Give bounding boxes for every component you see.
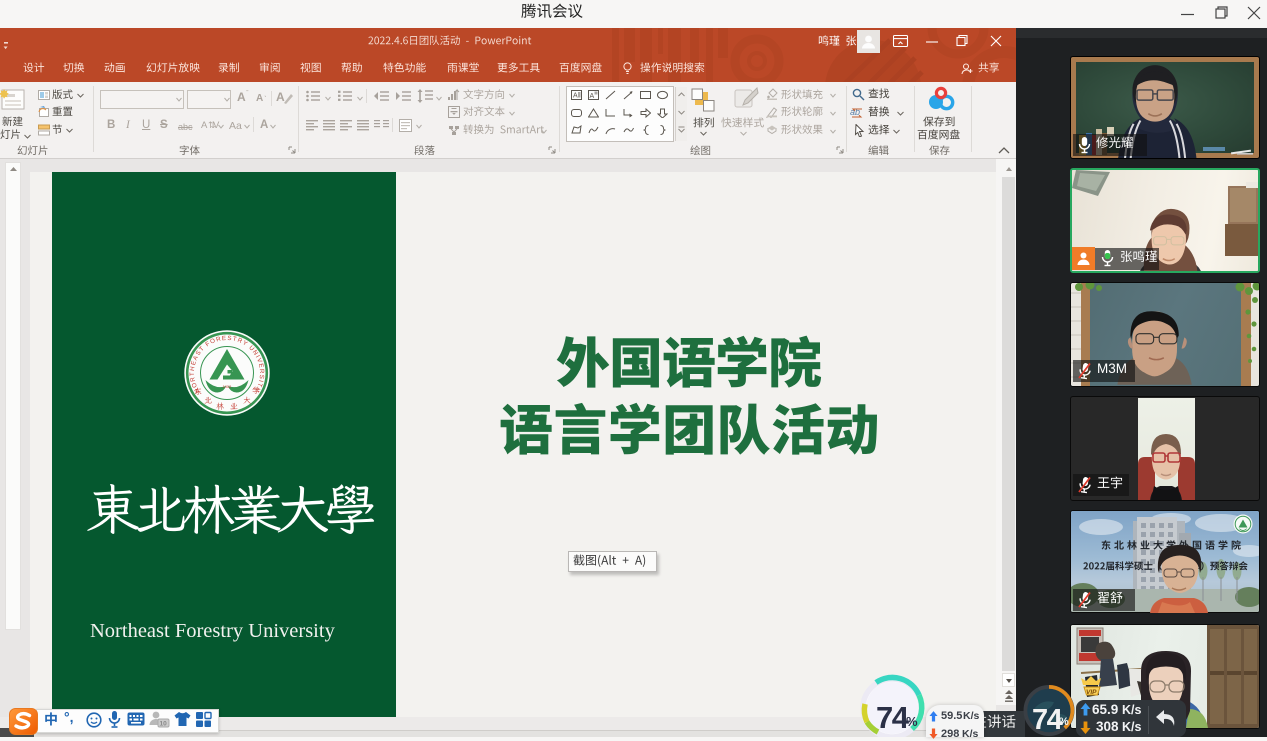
svg-text:VIP: VIP bbox=[1086, 689, 1097, 696]
svg-text:A: A bbox=[590, 93, 595, 100]
svg-text:10: 10 bbox=[160, 721, 168, 728]
svg-text:1952: 1952 bbox=[223, 385, 231, 389]
svg-text:A: A bbox=[573, 93, 578, 100]
